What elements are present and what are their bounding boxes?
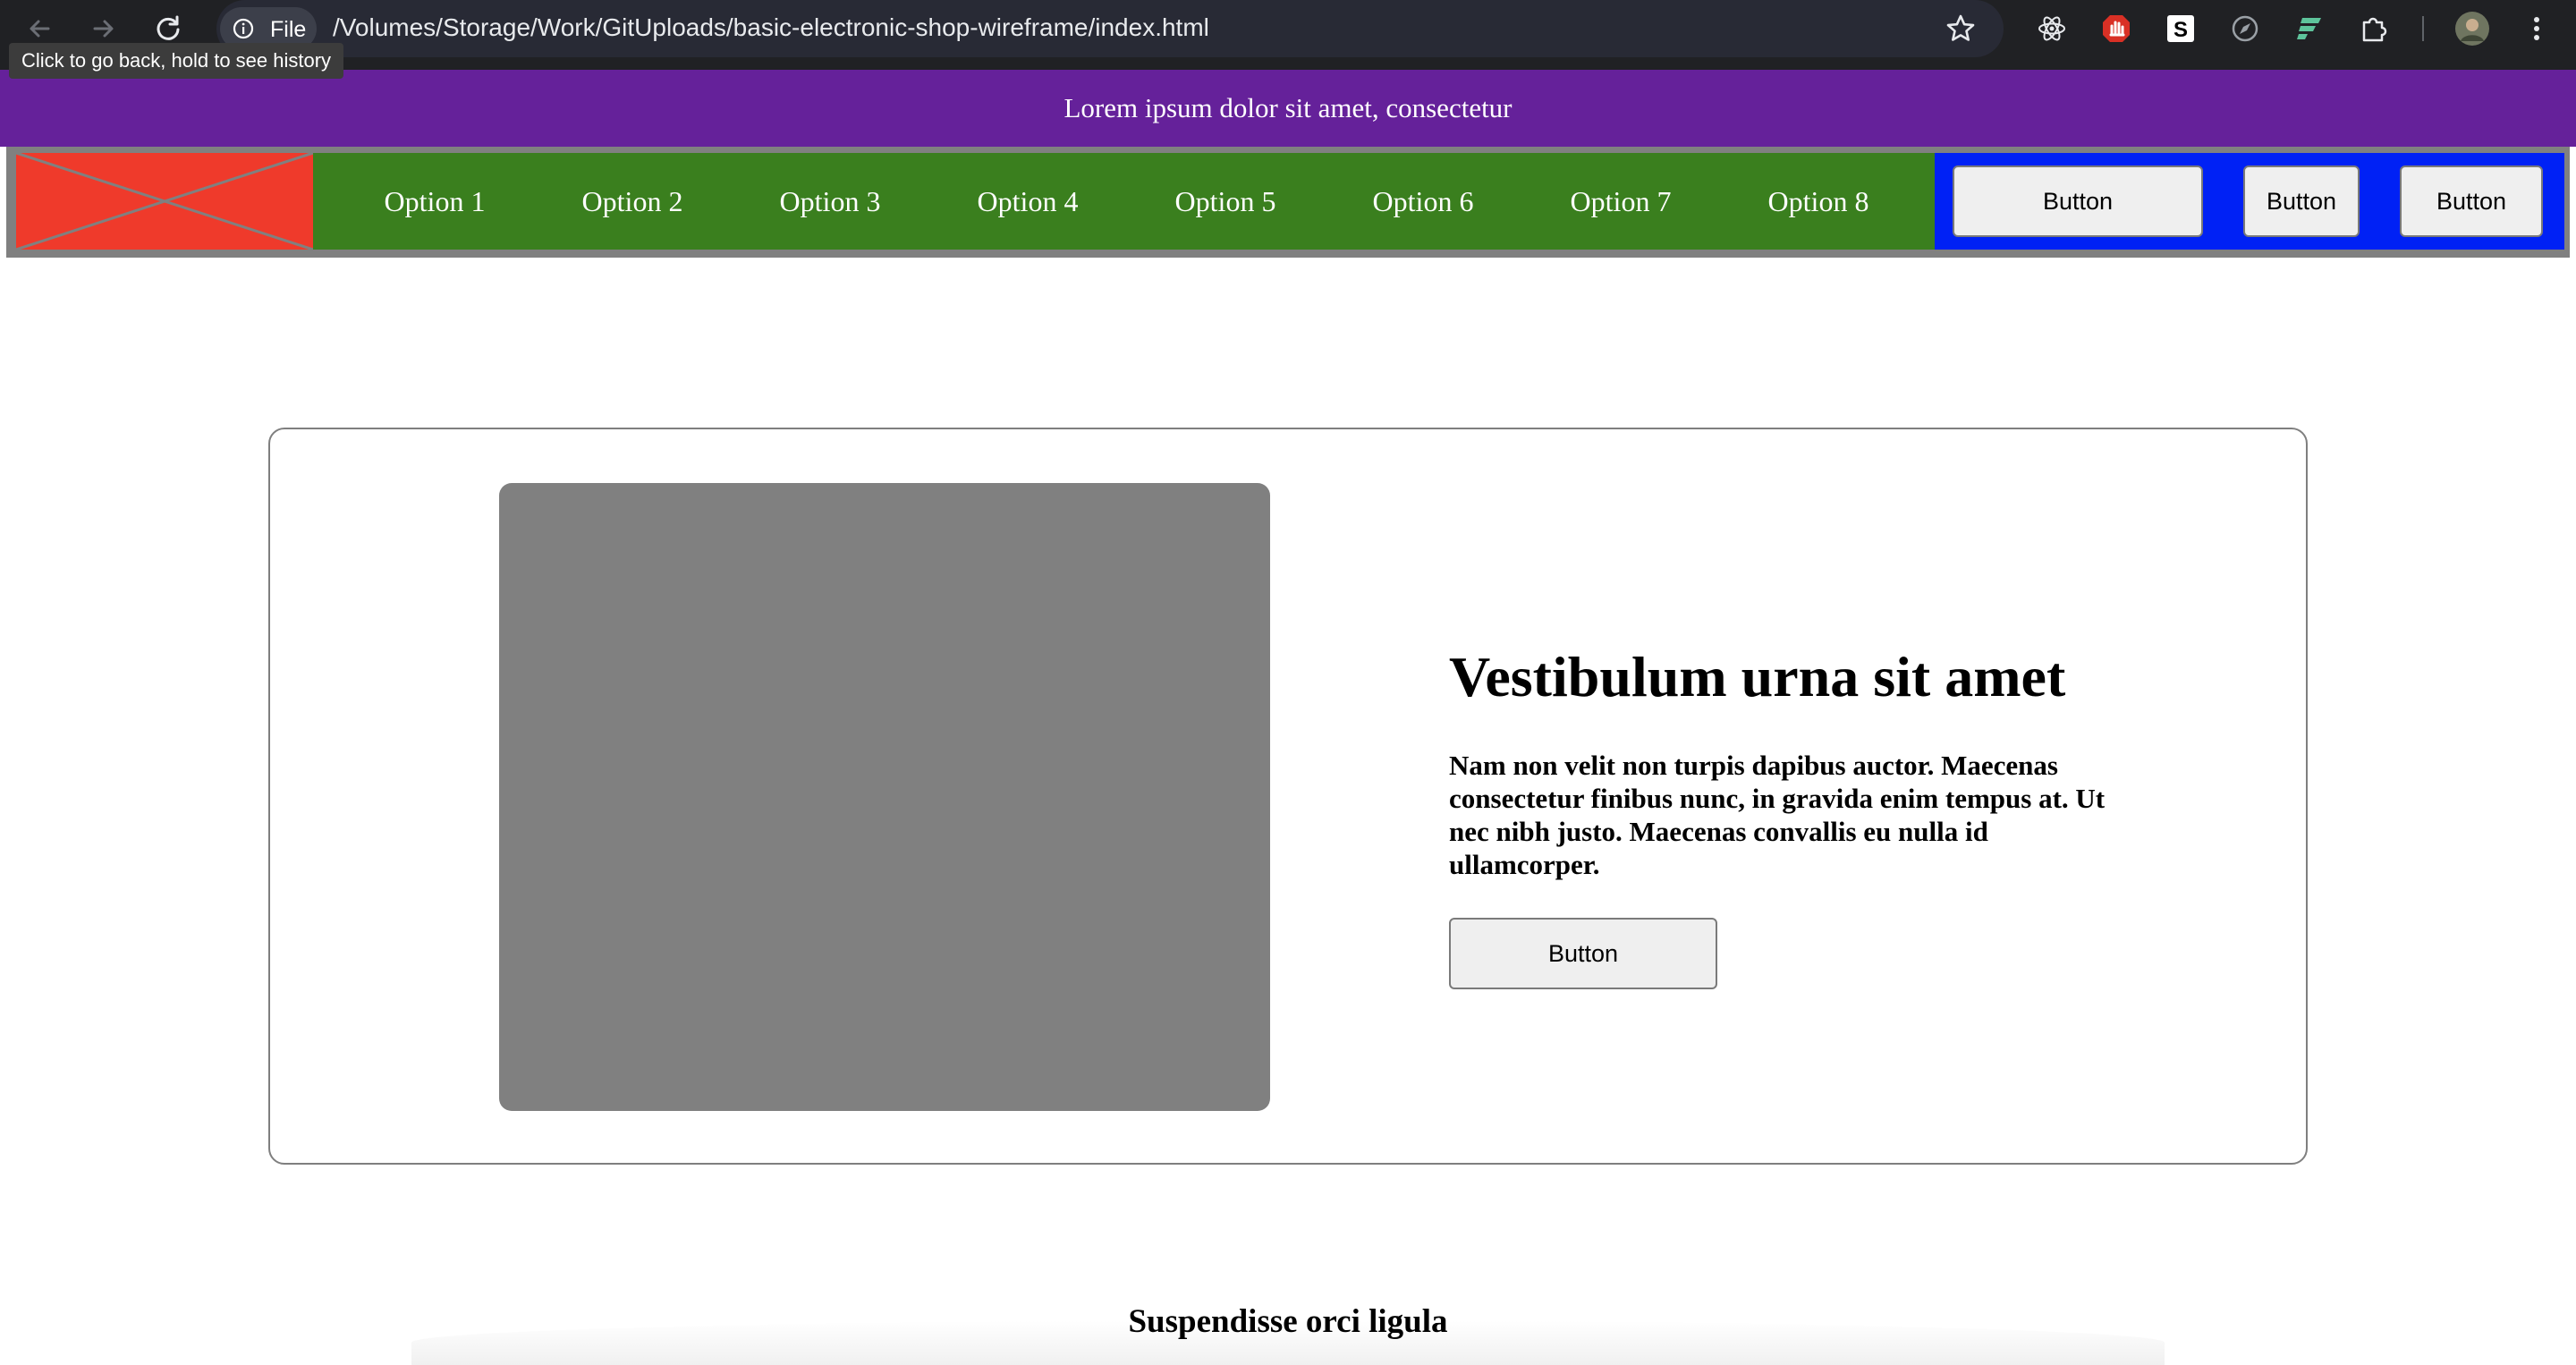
address-bar[interactable]: File /Volumes/Storage/Work/GitUploads/ba… [216,0,2004,57]
toolbar-divider [2422,16,2424,41]
nav-button-1[interactable]: Button [1953,165,2203,237]
announcement-bar: Lorem ipsum dolor sit amet, consectetur [0,70,2576,147]
hero-image-placeholder [499,483,1270,1111]
menu-option-3[interactable]: Option 3 [750,153,911,250]
nav-button-3[interactable]: Button [2400,165,2543,237]
forward-arrow-icon[interactable] [86,11,122,47]
image-placeholder-icon [16,153,313,250]
f-extension-icon[interactable] [2292,11,2327,47]
hero-button[interactable]: Button [1449,918,1717,989]
reload-icon[interactable] [150,11,186,47]
menu-option-7[interactable]: Option 7 [1540,153,1701,250]
back-button-tooltip: Click to go back, hold to see history [9,43,344,79]
nav-button-2[interactable]: Button [2243,165,2360,237]
hero-card: Vestibulum urna sit amet Nam non velit n… [268,428,2308,1165]
site-chip-label: File [270,17,307,42]
compass-icon[interactable] [2227,11,2263,47]
menu-option-2[interactable]: Option 2 [552,153,713,250]
hero-description: Nam non velit non turpis dapibus auctor.… [1449,750,2106,880]
adblock-icon[interactable] [2098,11,2134,47]
kebab-menu-icon[interactable] [2519,11,2555,47]
star-icon[interactable] [1943,11,1979,47]
info-icon [233,18,254,39]
nav-button-group: Button Button Button [1935,153,2564,250]
menu-option-8[interactable]: Option 8 [1738,153,1899,250]
section-card-shadow [411,1320,2165,1365]
back-arrow-icon[interactable] [21,11,57,47]
s-extension-icon[interactable]: S [2163,11,2199,47]
menu-options: Option 1 Option 2 Option 3 Option 4 Opti… [313,153,1935,250]
browser-toolbar: File /Volumes/Storage/Work/GitUploads/ba… [0,0,2576,70]
logo-placeholder[interactable] [16,153,313,250]
main-navigation: Option 1 Option 2 Option 3 Option 4 Opti… [6,147,2570,258]
menu-option-4[interactable]: Option 4 [947,153,1108,250]
puzzle-icon[interactable] [2356,11,2392,47]
hero-title: Vestibulum urna sit amet [1449,645,2066,708]
url-text[interactable]: /Volumes/Storage/Work/GitUploads/basic-e… [333,13,1209,42]
menu-option-6[interactable]: Option 6 [1343,153,1504,250]
profile-avatar[interactable] [2454,11,2490,47]
menu-option-1[interactable]: Option 1 [354,153,515,250]
react-devtools-icon[interactable] [2034,11,2070,47]
menu-option-5[interactable]: Option 5 [1145,153,1306,250]
svg-text:S: S [2174,18,2188,42]
